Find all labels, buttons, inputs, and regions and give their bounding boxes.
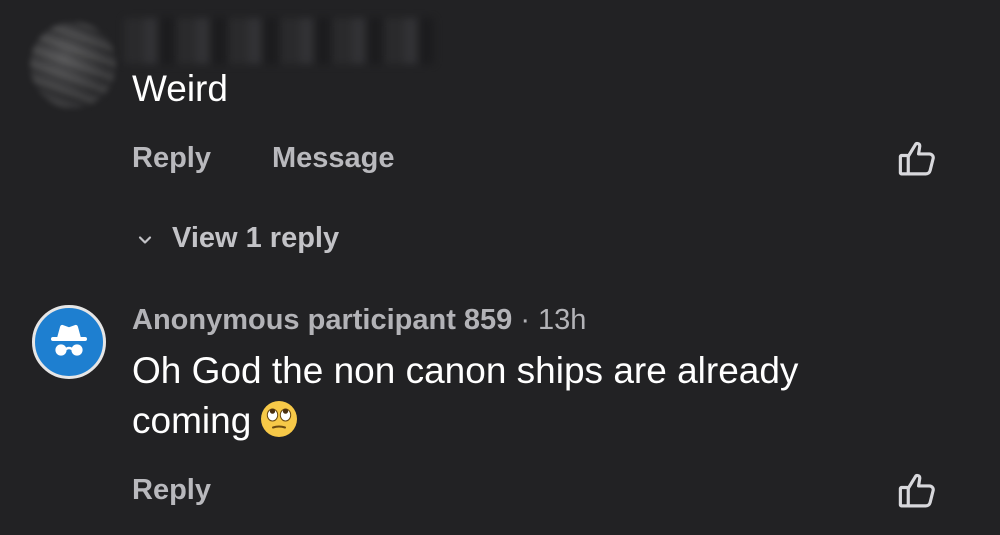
face-with-rolling-eyes-icon [261, 401, 298, 437]
thumbs-up-icon [898, 473, 935, 508]
comment-text: Weird [132, 68, 228, 109]
comment-thread: Weird Reply Message View 1 reply Anonymo… [0, 0, 1000, 535]
like-button[interactable] [896, 470, 938, 512]
meta-separator: · [520, 304, 530, 336]
thumbs-up-icon [898, 141, 935, 176]
author-name[interactable]: Anonymous participant 859 [132, 304, 512, 336]
comment-body: Oh God the non canon ships are already c… [132, 350, 799, 441]
reply-button[interactable]: Reply [132, 142, 211, 175]
redacted-avatar[interactable] [30, 22, 116, 108]
reply-button[interactable]: Reply [132, 474, 211, 507]
incognito-icon [51, 324, 87, 356]
timestamp: 13h [537, 304, 587, 336]
chevron-down-icon [138, 235, 152, 244]
avatar[interactable] [32, 305, 106, 379]
view-replies-label: View 1 reply [172, 222, 340, 254]
message-button[interactable]: Message [272, 142, 395, 175]
comment-text: Oh God the non canon ships are already c… [132, 346, 892, 446]
comment-meta: Anonymous participant 859 · 13h [132, 304, 586, 337]
redacted-author-name [124, 18, 434, 64]
like-button[interactable] [896, 138, 938, 180]
view-replies-toggle[interactable]: View 1 reply [136, 222, 339, 255]
